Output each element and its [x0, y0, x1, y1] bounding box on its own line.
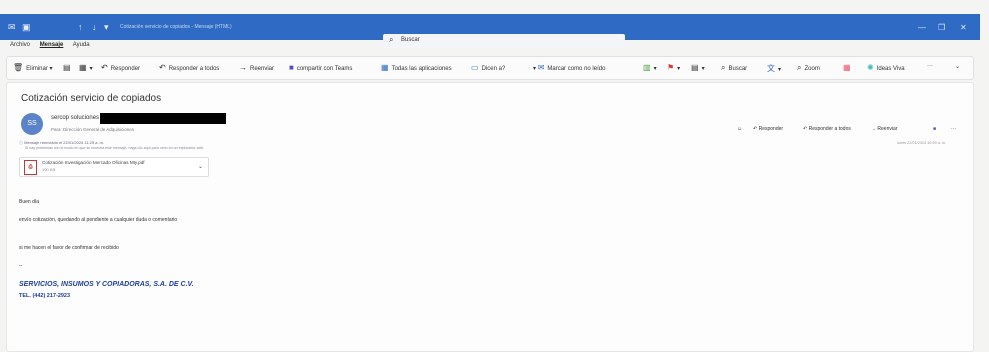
flag-icon: ⚑ [667, 63, 675, 72]
info-icon: ⓘ [19, 140, 23, 145]
reply-icon: ↶ [101, 63, 108, 72]
attachment-size: 100 KB [42, 167, 56, 172]
trash-icon: 🗑 [13, 63, 24, 72]
emoji-reaction-button[interactable]: ☺ [737, 126, 742, 132]
browser-view-notice[interactable]: Si hay problemas con el modo en que se m… [25, 146, 204, 150]
archive-icon: ▤ [63, 63, 71, 72]
policy-button[interactable]: ▤ ▾ [691, 63, 705, 72]
category-icon: ▥ [643, 63, 651, 72]
body-line-2: si me hacen el favor de confirmar de rec… [19, 245, 119, 251]
zoom-button[interactable]: ⌕ Zoom [797, 63, 820, 73]
forward-button[interactable]: → Reenviar [239, 63, 274, 72]
translate-icon: 文 [767, 64, 775, 73]
move-button[interactable]: ▦ ▾ [79, 63, 93, 72]
apps-button[interactable]: ▦ Todas las aplicaciones [381, 63, 452, 72]
quick-access-dropdown-icon[interactable]: ▾ [104, 22, 109, 33]
archive-button[interactable]: ▤ [63, 63, 74, 72]
attachment-dropdown-icon[interactable]: ⌄ [198, 163, 203, 170]
attachment-name: Cotización Investigación Mercado Oficina… [42, 160, 145, 165]
reply-all-icon: ↶ [803, 126, 808, 132]
menu-archivo[interactable]: Archivo [10, 42, 30, 48]
mark-unread-icon: ✉ [537, 63, 545, 72]
zoom-icon: ⌕ [797, 63, 802, 72]
message-subject: Cotización servicio de copiados [21, 93, 162, 104]
message-forward-button[interactable]: → Reenviar [871, 126, 897, 132]
title-bar: ✉ ▣ ↑ ↓ ▾ Cotización servicio de copiado… [0, 14, 980, 48]
outlook-icon: ✉ [8, 22, 16, 32]
find-button[interactable]: ⌕ Buscar [721, 63, 747, 73]
sender-name[interactable]: sercop soluciones - [51, 115, 103, 121]
apps-icon: ▦ [381, 63, 389, 72]
ribbon-more-button[interactable]: ··· [927, 63, 933, 69]
search-input[interactable]: ⌕ Buscar [383, 34, 625, 48]
minimize-button[interactable]: — [918, 23, 926, 32]
menu-bar: Archivo Mensaje Ayuda [10, 42, 98, 52]
body-line-1: envío cotización, quedando al pendiente … [19, 217, 178, 223]
signature-company: SERVICIOS, INSUMOS Y COPIADORAS, S.A. DE… [19, 281, 194, 288]
mark-unread-button[interactable]: ▾ ✉ Marcar como no leído [533, 63, 605, 72]
save-icon[interactable]: ▣ [22, 22, 31, 33]
addin-button[interactable]: ▦ [843, 63, 854, 72]
message-reply-button[interactable]: ↶ Responder [753, 126, 783, 132]
pdf-icon: ⎙ [24, 160, 37, 175]
policy-icon: ▤ [691, 63, 699, 72]
teams-icon: ■ [289, 63, 294, 72]
avatar[interactable]: SS [21, 113, 43, 135]
redacted-sender-address [100, 113, 226, 124]
reply-button[interactable]: ↶ Responder [101, 63, 140, 72]
message-teams-icon[interactable]: ■ [933, 126, 936, 132]
reply-all-button[interactable]: ↶ Responder a todos [159, 63, 219, 72]
share-icon: ▭ [471, 63, 479, 72]
flag-button[interactable]: ⚑ ▾ [667, 63, 680, 72]
signature-phone: TEL. (442) 217-2923 [19, 293, 71, 299]
reply-all-icon: ↶ [159, 63, 166, 72]
restore-button[interactable]: ❐ [938, 23, 945, 32]
find-icon: ⌕ [721, 63, 726, 72]
close-button[interactable]: ✕ [960, 23, 967, 32]
attachment-card[interactable]: ⎙ Cotización Investigación Mercado Ofici… [19, 157, 209, 177]
menu-mensaje[interactable]: Mensaje [40, 42, 64, 48]
viva-ideas-icon: ✺ [867, 63, 874, 72]
categorize-button[interactable]: ▥ ▾ [643, 63, 657, 72]
window-title: Cotización servicio de copiados - Mensaj… [120, 24, 232, 30]
menu-ayuda[interactable]: Ayuda [73, 42, 90, 48]
message-pane: Cotización servicio de copiados SS serco… [6, 82, 974, 352]
body-line-3: -- [19, 263, 23, 269]
addin-icon: ▦ [843, 63, 851, 72]
translate-button[interactable]: 文 ▾ [767, 63, 781, 74]
redo-icon[interactable]: ↓ [92, 22, 97, 32]
search-icon: ⌕ [389, 35, 394, 44]
body-greeting: Buen día [19, 199, 40, 205]
ribbon-toolbar: 🗑 Eliminar ▾ ▤ ▦ ▾ ↶ Responder ↶ Responder a… [6, 56, 974, 80]
ribbon-collapse-icon[interactable]: ⌄ [955, 63, 960, 70]
viva-ideas-button[interactable]: ✺ Ideas Viva [867, 63, 905, 72]
move-icon: ▦ [79, 63, 87, 72]
message-reply-all-button[interactable]: ↶ Responder a todos [803, 126, 851, 132]
forward-icon: → [239, 63, 247, 72]
teams-button[interactable]: ■ compartir con Teams [289, 63, 352, 72]
reply-icon: ↶ [753, 126, 758, 132]
search-placeholder: Buscar [401, 37, 420, 43]
message-date: lunes 22/01/2024 10:59 a. m. [897, 141, 947, 145]
share-button[interactable]: ▭ Dicen a? [471, 63, 505, 72]
delete-button[interactable]: 🗑 Eliminar ▾ [13, 63, 53, 72]
forward-icon: → [871, 126, 876, 132]
recipient-line: Para: Dirección General de Adquisiciones [51, 127, 135, 132]
undo-icon[interactable]: ↑ [78, 22, 83, 32]
message-more-button[interactable]: ··· [951, 126, 956, 132]
